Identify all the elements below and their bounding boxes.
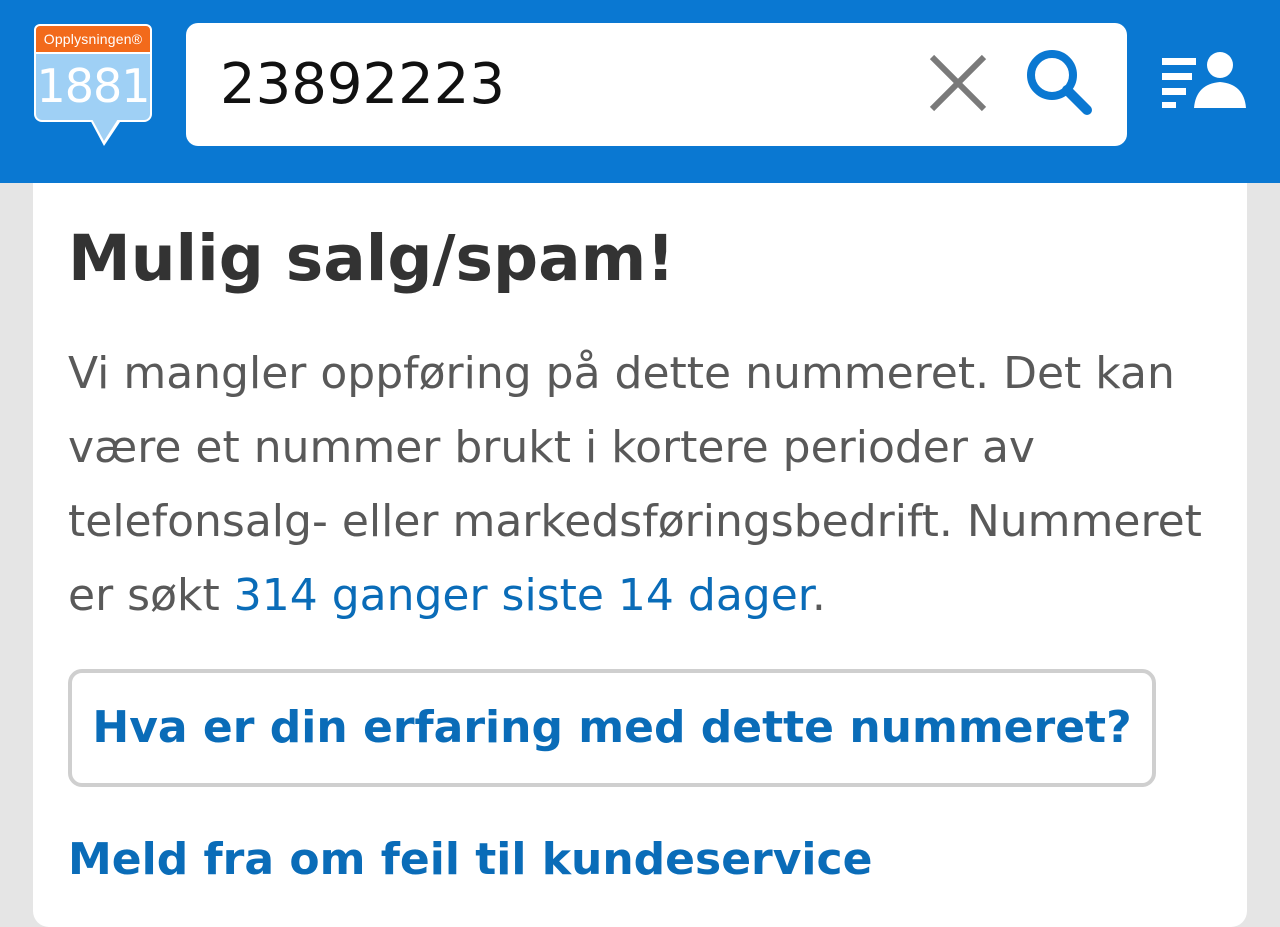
logo-brand-name: Opplysningen® <box>34 24 152 54</box>
report-error-link[interactable]: Meld fra om feil til kundeservice <box>68 823 872 897</box>
search-bar <box>186 23 1127 146</box>
close-icon[interactable] <box>926 51 990 115</box>
search-icon[interactable] <box>1024 47 1094 117</box>
result-description: Vi mangler oppføring på dette nummeret. … <box>68 337 1218 633</box>
contacts-menu-icon[interactable] <box>1160 48 1246 110</box>
top-header: Opplysningen® 1881 <box>0 0 1280 183</box>
page-title: Mulig salg/spam! <box>68 222 675 295</box>
logo-brand-number: 1881 <box>36 59 150 113</box>
brand-logo[interactable]: Opplysningen® 1881 <box>32 22 154 150</box>
search-count-link[interactable]: 314 ganger siste 14 dager <box>234 570 812 621</box>
search-input[interactable] <box>220 23 900 146</box>
result-card: Mulig salg/spam! Vi mangler oppføring på… <box>33 183 1247 927</box>
logo-speech-tail-fill <box>92 119 118 141</box>
experience-button[interactable]: Hva er din erfaring med dette nummeret? <box>68 669 1156 787</box>
description-end: . <box>811 570 826 621</box>
